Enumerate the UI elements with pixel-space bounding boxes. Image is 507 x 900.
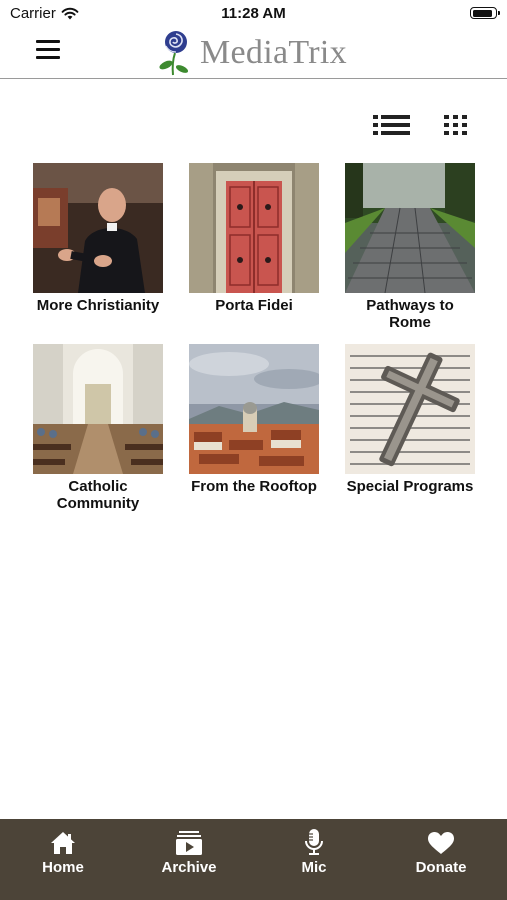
microphone-icon [305, 829, 323, 855]
program-tile-more-christianity[interactable]: More Christianity [33, 163, 163, 314]
app-name: MediaTrix [200, 34, 347, 71]
program-tile-pathways-to-rome[interactable]: Pathways to Rome [345, 163, 475, 331]
program-tile-porta-fidei[interactable]: Porta Fidei [189, 163, 319, 314]
hamburger-menu-icon[interactable] [36, 40, 60, 60]
tab-label: Mic [301, 859, 327, 876]
program-tile-special-programs[interactable]: Special Programs [345, 344, 475, 495]
battery-icon [470, 7, 500, 19]
home-icon [51, 832, 75, 854]
list-view-icon[interactable] [373, 115, 410, 136]
status-bar: Carrier 11:28 AM [0, 0, 507, 28]
archive-play-icon [176, 831, 202, 855]
heart-icon [428, 832, 454, 854]
thumbnail-red-door [189, 163, 319, 293]
bottom-tab-bar: Home Archive Mic Donate [0, 819, 507, 900]
tab-archive[interactable]: Archive [139, 827, 239, 876]
grid-view-icon[interactable] [444, 115, 468, 135]
battery-level [472, 9, 492, 17]
program-title: Pathways to Rome [366, 297, 454, 331]
program-title: More Christianity [36, 297, 160, 314]
thumbnail-rooftops-city [189, 344, 319, 474]
app-header: MediaTrix [0, 28, 507, 79]
tab-label: Home [42, 859, 84, 876]
tab-label: Archive [161, 859, 217, 876]
thumbnail-priest-speaking [33, 163, 163, 293]
rose-icon [159, 31, 189, 76]
tab-donate[interactable]: Donate [391, 827, 491, 876]
thumbnail-cobblestone-road [345, 163, 475, 293]
program-tile-catholic-community[interactable]: Catholic Community [33, 344, 163, 512]
program-tile-from-the-rooftop[interactable]: From the Rooftop [189, 344, 319, 495]
program-title: Porta Fidei [215, 297, 293, 314]
app-logo: MediaTrix [158, 28, 347, 78]
thumbnail-crucifix-on-book [345, 344, 475, 474]
program-title: Special Programs [346, 478, 474, 495]
tab-home[interactable]: Home [13, 827, 113, 876]
program-title: Catholic Community [56, 478, 140, 512]
tab-mic[interactable]: Mic [264, 827, 364, 876]
thumbnail-church-interior [33, 344, 163, 474]
program-title: From the Rooftop [191, 478, 317, 495]
clock: 11:28 AM [221, 5, 286, 22]
tab-label: Donate [415, 859, 467, 876]
